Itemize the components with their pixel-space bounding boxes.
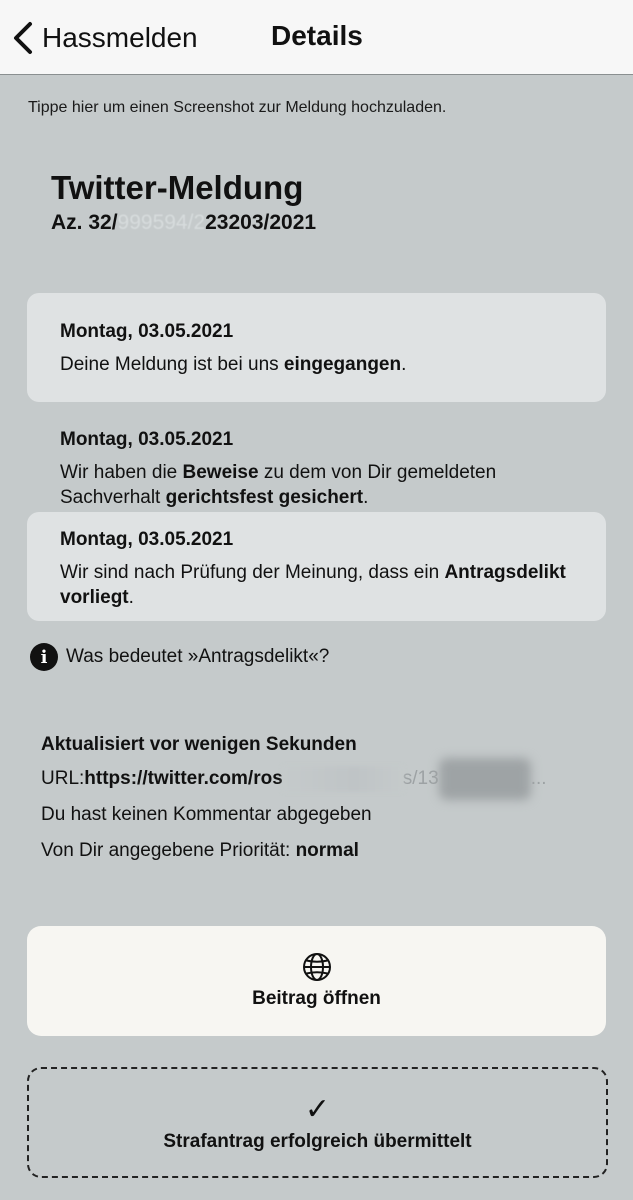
navigation-bar: Hassmelden Details [0, 0, 633, 75]
reference-prefix: Az. 32/ [51, 211, 118, 234]
timeline-text: Wir haben die Beweise zu dem von Dir gem… [60, 462, 497, 508]
complaint-submitted-status: ✓ Strafantrag erfolgreich übermittelt [27, 1067, 608, 1178]
priority-info: Von Dir angegebene Priorität: normal [41, 840, 359, 862]
reference-redacted: 999594/2 [117, 211, 206, 234]
report-reference: Az. 32/999594/223203/2021 [51, 211, 316, 235]
globe-icon [302, 953, 331, 981]
url-ellipsis: ... [530, 768, 547, 789]
comment-info: Du hast keinen Kommentar abgegeben [41, 804, 372, 825]
timeline-entry: Montag, 03.05.2021 Wir haben die Beweise… [27, 402, 606, 512]
url-label: URL: [41, 768, 85, 789]
url-redacted [282, 766, 403, 792]
timeline-date: Montag, 03.05.2021 [60, 429, 234, 450]
report-title: Twitter-Meldung [51, 169, 304, 206]
url-row[interactable]: URL: https://twitter.com/ros s/13 ... [41, 758, 547, 800]
timeline-entry: Montag, 03.05.2021 Wir sind nach Prüfung… [27, 512, 606, 621]
url-value: https://twitter.com/ros [84, 768, 283, 789]
chevron-left-icon [14, 22, 32, 54]
info-link-label: Was bedeutet »Antragsdelikt«? [66, 646, 330, 667]
url-partial: s/13 [402, 768, 439, 789]
upload-screenshot-hint[interactable]: Tippe hier um einen Screenshot zur Meldu… [28, 99, 446, 117]
priority-label: Von Dir angegebene Priorität: [41, 840, 296, 861]
back-button[interactable]: Hassmelden [12, 18, 198, 58]
page-title: Details [271, 20, 363, 51]
open-post-button[interactable]: Beitrag öffnen [27, 926, 606, 1036]
timeline-date: Montag, 03.05.2021 [60, 529, 234, 550]
antragsdelikt-info-link[interactable]: i Was bedeutet »Antragsdelikt«? [30, 643, 329, 671]
priority-value: normal [295, 840, 359, 861]
timeline-text: Wir sind nach Prüfung der Meinung, dass … [60, 562, 566, 608]
timeline-text: Deine Meldung ist bei uns eingegangen. [60, 354, 407, 375]
status-timeline: Montag, 03.05.2021 Deine Meldung ist bei… [27, 293, 606, 621]
timeline-date: Montag, 03.05.2021 [60, 321, 234, 342]
back-button-label: Hassmelden [42, 22, 198, 53]
open-post-label: Beitrag öffnen [252, 988, 381, 1009]
info-icon: i [30, 643, 58, 671]
timeline-entry: Montag, 03.05.2021 Deine Meldung ist bei… [27, 293, 606, 402]
complaint-status-label: Strafantrag erfolgreich übermittelt [163, 1130, 472, 1152]
reference-suffix: 23203/2021 [205, 211, 317, 234]
url-redacted-block [438, 758, 531, 800]
checkmark-icon: ✓ [304, 1092, 331, 1126]
last-updated: Aktualisiert vor wenigen Sekunden [41, 734, 357, 755]
